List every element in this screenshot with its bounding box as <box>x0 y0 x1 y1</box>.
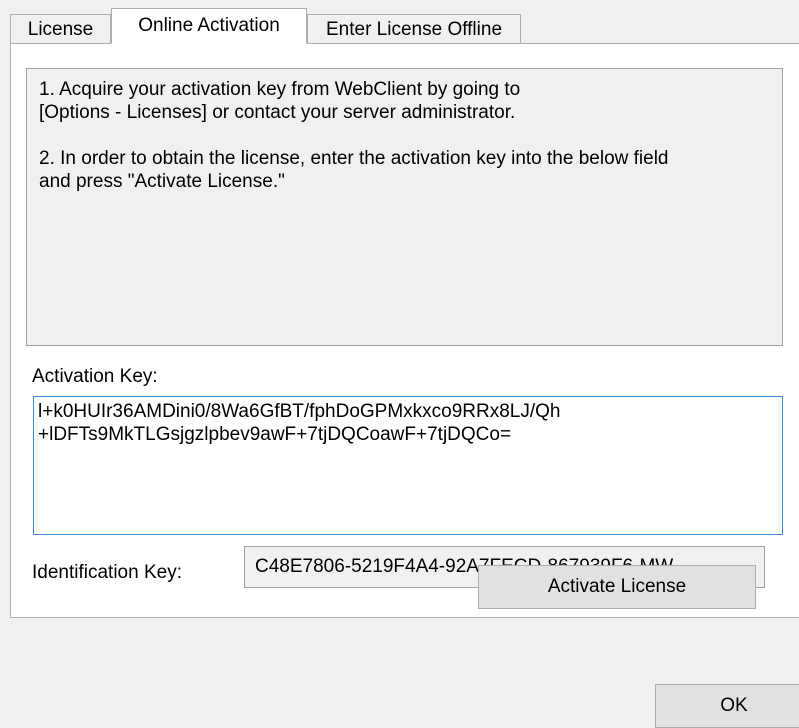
activate-license-button[interactable]: Activate License <box>478 565 756 609</box>
tab-license[interactable]: License <box>10 14 111 44</box>
instruction-step-1: 1. Acquire your activation key from WebC… <box>39 79 521 123</box>
instructions-box: 1. Acquire your activation key from WebC… <box>26 68 783 346</box>
ok-button[interactable]: OK <box>655 684 799 728</box>
tab-enter-license-offline[interactable]: Enter License Offline <box>307 14 521 44</box>
instruction-step-2: 2. In order to obtain the license, enter… <box>39 148 669 192</box>
online-activation-panel: 1. Acquire your activation key from WebC… <box>10 43 799 618</box>
activation-key-label: Activation Key: <box>32 366 158 387</box>
identification-key-label: Identification Key: <box>32 562 182 583</box>
activation-key-input[interactable]: l+k0HUIr36AMDini0/8Wa6GfBT/fphDoGPMxkxco… <box>33 396 783 535</box>
tab-strip: License Online Activation Enter License … <box>10 8 799 44</box>
tab-online-activation[interactable]: Online Activation <box>111 8 307 44</box>
